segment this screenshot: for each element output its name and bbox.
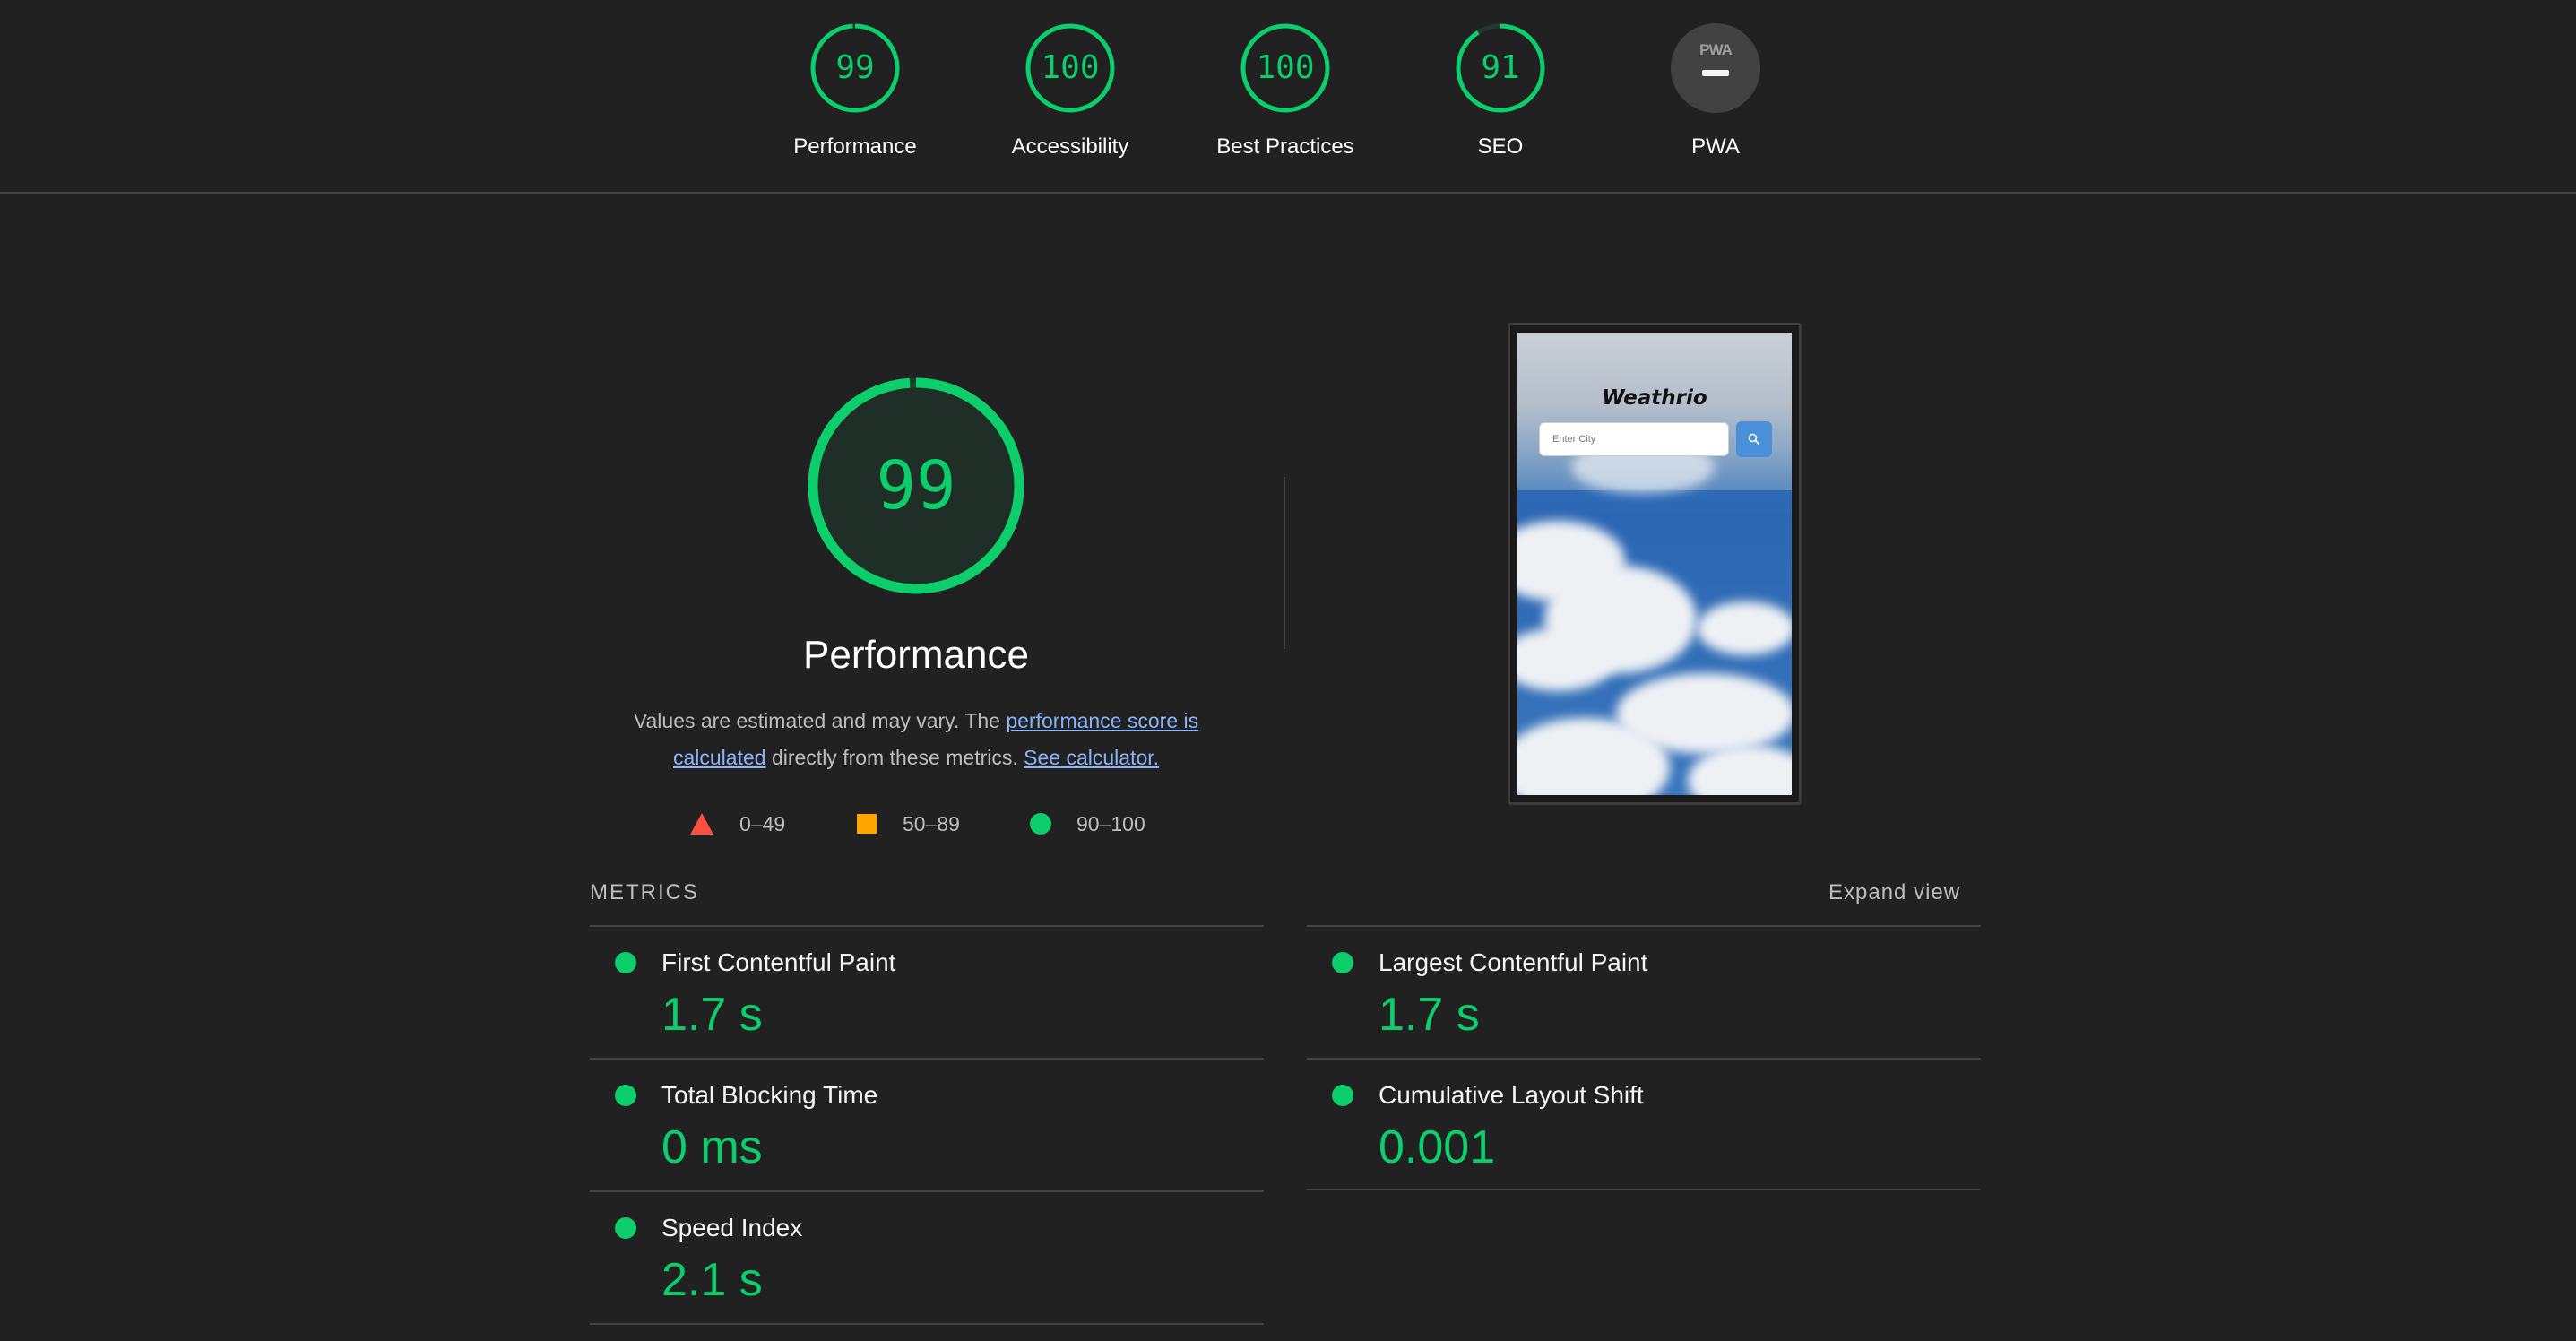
metric-first-contentful-paint: First Contentful Paint 1.7 s [590,925,1264,1058]
metric-value: 2.1 s [661,1254,763,1306]
see-calculator-link[interactable]: See calculator. [1024,746,1159,769]
gauge-performance[interactable]: 99 Performance [765,23,945,160]
gauge-label: SEO [1477,134,1524,159]
metric-title: Cumulative Layout Shift [1379,1081,1644,1109]
metric-cumulative-layout-shift: Cumulative Layout Shift 0.001 [1307,1058,1981,1190]
fail-triangle-icon [690,813,713,835]
final-screenshot-preview[interactable]: Weathrio [1508,323,1802,805]
metrics-column-right: Largest Contentful Paint 1.7 s Cumulativ… [1307,925,1981,1190]
performance-description: Values are estimated and may vary. The p… [602,703,1230,776]
gauge-seo[interactable]: 91 SEO [1411,23,1590,160]
pwa-badge-text: PWA [1699,41,1733,58]
metric-value: 0 ms [661,1121,763,1173]
description-text: Values are estimated and may vary. The [633,709,1007,732]
gauge-accessibility[interactable]: 100 Accessibility [981,23,1160,160]
pass-circle-icon [615,1217,636,1239]
gauge-label: Accessibility [1011,134,1129,159]
performance-main-score: 99 [876,447,956,524]
performance-main-gauge: 99 [805,375,1027,597]
pass-circle-icon [1332,952,1353,973]
gauge-best-practices[interactable]: 100 Best Practices [1196,23,1375,160]
search-button[interactable] [1736,421,1772,457]
metric-value: 0.001 [1379,1121,1496,1173]
metric-largest-contentful-paint: Largest Contentful Paint 1.7 s [1307,925,1981,1058]
section-divider [1284,477,1285,649]
gauge-label: Performance [793,134,917,159]
score-gauges-bar: 99 Performance 100 Accessibility 100 Bes… [0,0,2576,194]
gauge-label: Best Practices [1216,134,1354,159]
legend-average-label: 50–89 [903,812,960,835]
legend-pass-label: 90–100 [1076,812,1145,835]
screenshot-screen: Weathrio [1517,333,1792,795]
performance-title: Performance [803,633,1029,677]
city-search-input[interactable] [1539,422,1729,456]
metric-title: Total Blocking Time [661,1081,878,1109]
metric-title: Largest Contentful Paint [1379,948,1648,976]
metrics-header: METRICS [590,880,699,904]
gauge-label: PWA [1691,134,1740,159]
pass-circle-icon [615,1085,636,1106]
metric-title: First Contentful Paint [661,948,896,976]
metrics-column-left: First Contentful Paint 1.7 s Total Block… [590,925,1264,1325]
metric-value: 1.7 s [1379,989,1480,1041]
gauge-pwa[interactable]: PWA PWA [1626,23,1805,160]
average-square-icon [857,814,877,834]
legend-fail-label: 0–49 [739,812,786,835]
app-header [1517,333,1792,494]
gauge-score: 100 [1041,49,1100,86]
pass-circle-icon [1030,813,1051,835]
search-icon [1748,433,1759,445]
metric-title: Speed Index [661,1214,803,1242]
pass-circle-icon [615,952,636,973]
pass-circle-icon [1332,1085,1353,1106]
app-title: Weathrio [1602,386,1707,410]
description-text: directly from these metrics. [765,746,1024,769]
metric-total-blocking-time: Total Blocking Time 0 ms [590,1058,1264,1190]
gauge-score: 99 [835,49,875,86]
metric-speed-index: Speed Index 2.1 s [590,1190,1264,1325]
pwa-badge-icon: PWA [1671,23,1760,113]
gauge-score: 100 [1256,49,1315,86]
gauge-score: 91 [1481,49,1520,86]
metric-value: 1.7 s [661,989,763,1041]
expand-view-toggle[interactable]: Expand view [1828,880,1960,905]
pwa-dash-icon [1702,70,1729,76]
